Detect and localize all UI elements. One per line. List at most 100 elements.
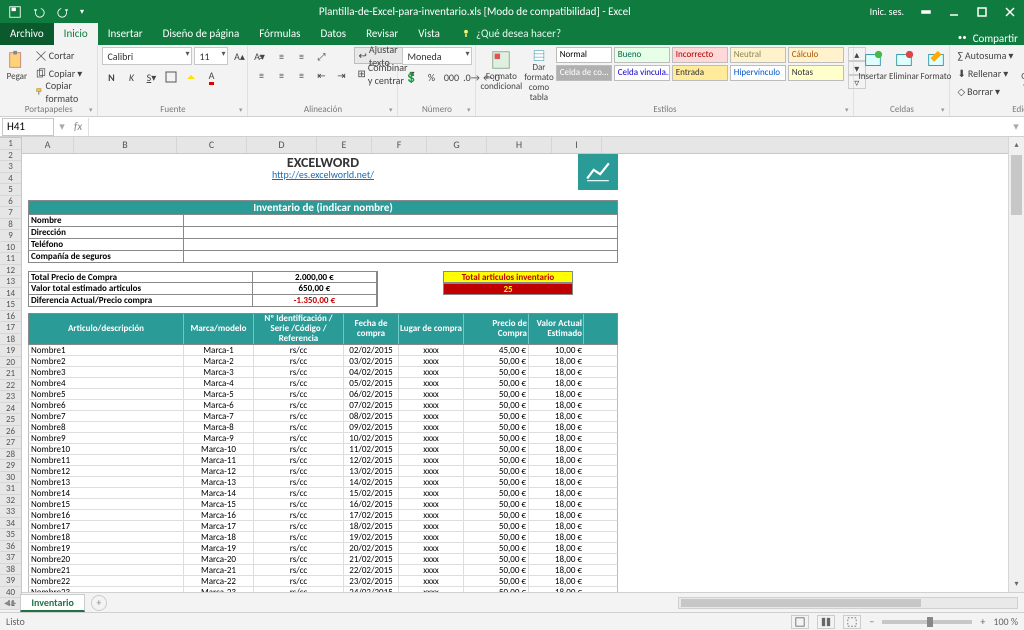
row-header[interactable]: 22 [0, 380, 21, 392]
vertical-scrollbar[interactable]: ▴ ▾ [1008, 137, 1024, 592]
table-cell[interactable]: 10/02/2015 [344, 433, 399, 443]
table-cell[interactable]: Nombre14 [29, 488, 184, 498]
table-cell[interactable]: 18,00 € [529, 477, 584, 487]
comma-icon[interactable]: 000 [442, 68, 460, 86]
undo-icon[interactable] [28, 2, 50, 22]
table-cell[interactable]: Nombre13 [29, 477, 184, 487]
table-row[interactable]: Nombre5Marca-5rs/cc06/02/2015xxxx50,00 €… [28, 389, 618, 400]
row-header[interactable]: 19 [0, 345, 21, 357]
table-cell[interactable]: 18,00 € [529, 488, 584, 498]
table-cell[interactable]: 08/02/2015 [344, 411, 399, 421]
table-cell[interactable]: 50,00 € [464, 433, 529, 443]
table-cell[interactable]: 18,00 € [529, 411, 584, 421]
paste-button[interactable]: Pegar [4, 47, 30, 103]
row-header[interactable]: 14 [0, 288, 21, 300]
table-cell[interactable]: 11/02/2015 [344, 444, 399, 454]
table-cell[interactable]: Marca-19 [184, 543, 254, 553]
format-table-button[interactable]: Dar formato como tabla [524, 47, 554, 103]
table-cell[interactable]: Nombre9 [29, 433, 184, 443]
table-cell[interactable]: Nombre3 [29, 367, 184, 377]
table-cell[interactable]: Marca-18 [184, 532, 254, 542]
row-header[interactable]: 6 [0, 196, 21, 208]
scroll-up-icon[interactable]: ▴ [1009, 137, 1024, 153]
row-header[interactable]: 9 [0, 230, 21, 242]
table-cell[interactable]: 18,00 € [529, 576, 584, 586]
scroll-down-icon[interactable]: ▾ [1009, 576, 1024, 592]
table-cell[interactable]: Nombre22 [29, 576, 184, 586]
style-cell[interactable]: Celda vincula... [614, 65, 670, 81]
table-cell[interactable]: Marca-12 [184, 466, 254, 476]
table-row[interactable]: Nombre7Marca-7rs/cc08/02/2015xxxx50,00 €… [28, 411, 618, 422]
info-value[interactable] [184, 227, 617, 238]
table-cell[interactable]: 18,00 € [529, 532, 584, 542]
grid-cells[interactable]: EXCELWORD http://es.excelworld.net/ Inve… [22, 154, 1008, 592]
table-row[interactable]: Nombre17Marca-17rs/cc18/02/2015xxxx50,00… [28, 521, 618, 532]
table-cell[interactable]: xxxx [399, 499, 464, 509]
table-cell[interactable]: 50,00 € [464, 543, 529, 553]
table-cell[interactable]: rs/cc [254, 587, 344, 592]
row-header[interactable]: 34 [0, 518, 21, 530]
info-value[interactable] [184, 215, 617, 226]
table-cell[interactable]: Marca-21 [184, 565, 254, 575]
table-cell[interactable]: 21/02/2015 [344, 554, 399, 564]
table-row[interactable]: Nombre22Marca-22rs/cc23/02/2015xxxx50,00… [28, 576, 618, 587]
table-cell[interactable]: 18,00 € [529, 356, 584, 366]
table-cell[interactable]: 18,00 € [529, 367, 584, 377]
cell-styles-gallery[interactable]: NormalBuenoIncorrectoNeutralCálculoCelda… [556, 47, 844, 81]
align-bot-icon[interactable]: ≡ [292, 47, 310, 65]
table-row[interactable]: Nombre21Marca-21rs/cc22/02/2015xxxx50,00… [28, 565, 618, 576]
row-header[interactable]: 27 [0, 437, 21, 449]
row-header[interactable]: 8 [0, 219, 21, 231]
border-icon[interactable] [162, 68, 180, 86]
table-row[interactable]: Nombre15Marca-15rs/cc16/02/2015xxxx50,00… [28, 499, 618, 510]
table-cell[interactable]: 09/02/2015 [344, 422, 399, 432]
row-header[interactable]: 3 [0, 161, 21, 173]
table-cell[interactable]: xxxx [399, 444, 464, 454]
table-cell[interactable]: 50,00 € [464, 554, 529, 564]
table-cell[interactable]: 50,00 € [464, 367, 529, 377]
table-cell[interactable]: Marca-7 [184, 411, 254, 421]
horizontal-scrollbar[interactable] [678, 597, 1018, 609]
table-cell[interactable]: xxxx [399, 389, 464, 399]
table-cell[interactable]: rs/cc [254, 521, 344, 531]
table-cell[interactable]: 03/02/2015 [344, 356, 399, 366]
table-cell[interactable]: 50,00 € [464, 444, 529, 454]
table-cell[interactable]: 16/02/2015 [344, 499, 399, 509]
col-header[interactable]: A [22, 137, 74, 153]
table-cell[interactable]: 22/02/2015 [344, 565, 399, 575]
table-cell[interactable]: Marca-23 [184, 587, 254, 592]
table-cell[interactable]: Marca-10 [184, 444, 254, 454]
table-cell[interactable]: Nombre23 [29, 587, 184, 592]
table-cell[interactable]: rs/cc [254, 345, 344, 355]
table-cell[interactable]: 50,00 € [464, 576, 529, 586]
table-cell[interactable]: xxxx [399, 367, 464, 377]
table-row[interactable]: Nombre10Marca-10rs/cc11/02/2015xxxx50,00… [28, 444, 618, 455]
table-cell[interactable]: 24/02/2015 [344, 587, 399, 592]
table-cell[interactable]: Nombre8 [29, 422, 184, 432]
table-cell[interactable]: xxxx [399, 477, 464, 487]
table-cell[interactable]: Nombre17 [29, 521, 184, 531]
row-header[interactable]: 37 [0, 552, 21, 564]
table-cell[interactable]: xxxx [399, 532, 464, 542]
table-row[interactable]: Nombre6Marca-6rs/cc07/02/2015xxxx50,00 €… [28, 400, 618, 411]
table-cell[interactable]: Marca-13 [184, 477, 254, 487]
table-cell[interactable]: 18/02/2015 [344, 521, 399, 531]
table-cell[interactable]: 18,00 € [529, 378, 584, 388]
table-cell[interactable]: xxxx [399, 466, 464, 476]
row-header[interactable]: 4 [0, 173, 21, 185]
sort-filter-button[interactable]: Ordenar y filtrar [1018, 47, 1024, 103]
row-header[interactable]: 12 [0, 265, 21, 277]
row-header[interactable]: 11 [0, 253, 21, 265]
style-cell[interactable]: Neutral [730, 47, 786, 63]
fx-icon[interactable]: fx [68, 120, 88, 133]
align-top-icon[interactable]: ≡ [252, 47, 270, 65]
row-header[interactable]: 21 [0, 368, 21, 380]
row-header[interactable]: 2 [0, 150, 21, 162]
row-header[interactable]: 15 [0, 299, 21, 311]
number-format-combo[interactable]: Moneda [402, 47, 472, 65]
sheet-tab-inventario[interactable]: Inventario [20, 594, 85, 612]
bold-icon[interactable]: N [102, 68, 120, 86]
table-row[interactable]: Nombre13Marca-13rs/cc14/02/2015xxxx50,00… [28, 477, 618, 488]
table-cell[interactable]: xxxx [399, 378, 464, 388]
row-header[interactable]: 35 [0, 529, 21, 541]
